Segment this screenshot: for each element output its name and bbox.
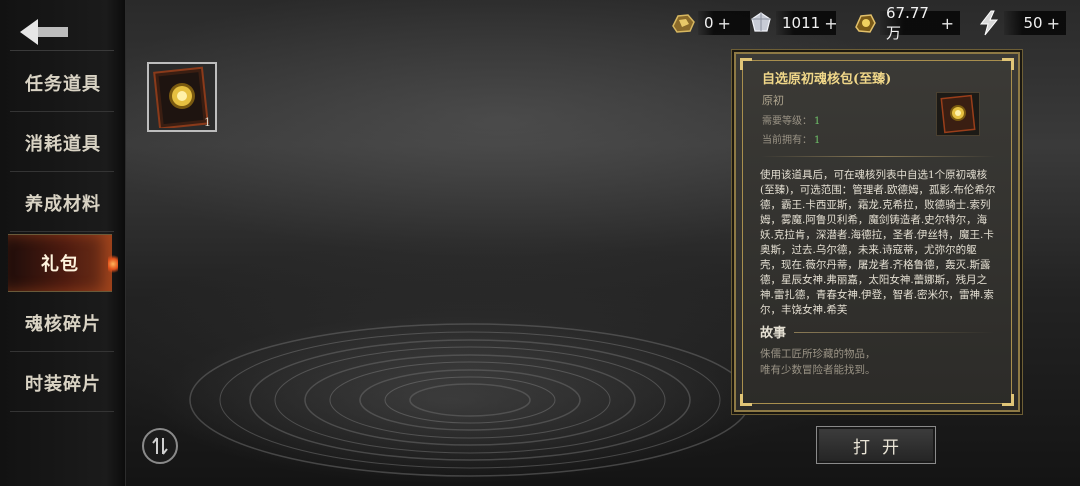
sidebar-item-label: 礼包 [41, 254, 79, 275]
currency-crystal: 1011 + [746, 9, 838, 37]
owned-count-row: 当前拥有： 1 [762, 131, 820, 146]
lightning-icon [974, 9, 1004, 37]
sidebar-item-label: 时装碎片 [25, 374, 101, 395]
owned-count-label: 当前拥有： [762, 135, 812, 146]
currency-value: 67.77万 [886, 3, 929, 42]
add-currency-button[interactable]: + [824, 14, 837, 33]
back-button[interactable] [14, 14, 74, 50]
story-line: 唯有少数冒险者能找到。 [760, 364, 876, 376]
story-line: 侏儒工匠所珍藏的物品， [760, 348, 876, 360]
required-level-row: 需要等级： 1 [762, 112, 820, 127]
required-level-label: 需要等级： [762, 116, 812, 127]
crystal-icon [746, 9, 776, 37]
sort-arrows-icon [152, 437, 168, 455]
sidebar-item-soul-core-fragments[interactable]: 魂核碎片 [0, 294, 126, 352]
item-detail-panel: 自选原初魂核包(至臻) 原初 需要等级： 1 当前拥有： 1 使用该道具后，可在魂核… [734, 52, 1020, 412]
sidebar-item-task-items[interactable]: 任务道具 [0, 54, 126, 112]
required-level-value: 1 [814, 116, 821, 127]
currency-gold-ore: 0 + [668, 9, 750, 37]
detail-divider [760, 156, 996, 157]
sidebar-item-consumables[interactable]: 消耗道具 [0, 114, 126, 172]
sidebar-item-label: 魂核碎片 [25, 314, 101, 335]
item-title: 自选原初魂核包(至臻) [762, 72, 892, 87]
story-heading: 故事 [760, 326, 787, 341]
sidebar-item-gift-packs[interactable]: 礼包 [8, 234, 118, 292]
item-type: 原初 [762, 94, 784, 107]
currency-value: 1011 [782, 14, 821, 32]
item-preview-icon [936, 92, 980, 136]
currency-gold-coin: 67.77万 + [850, 4, 960, 42]
gold-coin-icon [850, 9, 880, 37]
back-arrow-icon [20, 19, 68, 45]
currency-stamina: 50 + [974, 9, 1066, 37]
gold-ore-icon [668, 9, 698, 37]
sidebar-item-costume-fragments[interactable]: 时装碎片 [0, 354, 126, 412]
add-currency-button[interactable]: + [1047, 14, 1060, 33]
sidebar-item-label: 消耗道具 [25, 134, 101, 155]
sidebar-item-label: 任务道具 [25, 74, 101, 95]
sort-toggle-button[interactable] [142, 428, 178, 464]
add-currency-button[interactable]: + [718, 14, 731, 33]
currency-value: 50 [1023, 14, 1043, 32]
currency-value: 0 [704, 14, 714, 32]
sidebar-item-materials[interactable]: 养成材料 [0, 174, 126, 232]
add-currency-button[interactable]: + [941, 14, 954, 33]
story-text: 侏儒工匠所珍藏的物品， 唯有少数冒险者能找到。 [760, 346, 996, 378]
sidebar-item-label: 养成材料 [25, 194, 101, 215]
category-sidebar: 任务道具 消耗道具 养成材料 礼包 魂核碎片 时装碎片 [0, 0, 126, 486]
water-ripples-image [189, 323, 751, 477]
open-button[interactable]: 打开 [816, 426, 936, 464]
sidebar-divider [10, 50, 114, 51]
owned-count-value: 1 [814, 135, 821, 146]
item-description: 使用该道具后，可在魂核列表中自选1个原初魂核(至臻)，可选范围：管理者.欧德姆，… [760, 169, 996, 316]
inventory-slot[interactable]: 1 [147, 62, 217, 132]
item-count: 1 [204, 116, 211, 129]
story-divider [794, 332, 994, 333]
